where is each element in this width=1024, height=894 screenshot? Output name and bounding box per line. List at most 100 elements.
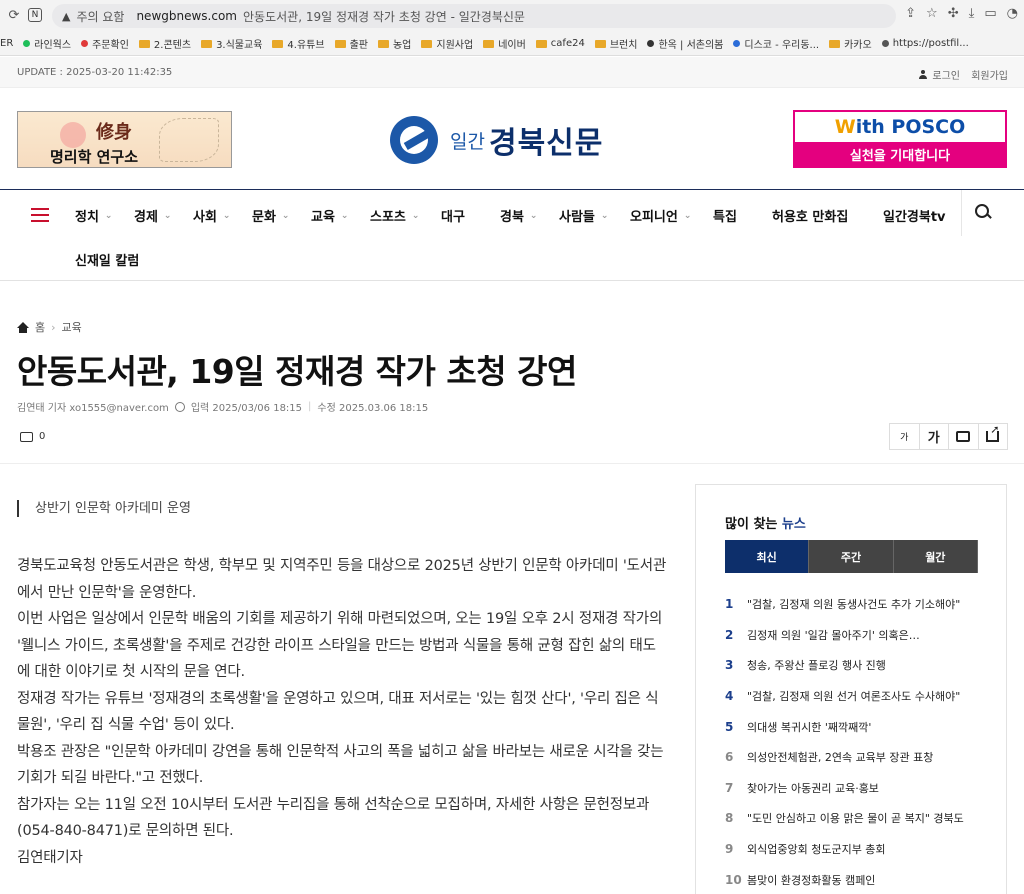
- folder-icon: [377, 39, 389, 48]
- bookmark-item[interactable]: 4.유튜브: [272, 36, 325, 51]
- main-nav: 신재일 칼럼 정치 ⌄ 경제 ⌄ 사회 ⌄ 문화 ⌄ 교육 ⌄ 스포츠 ⌄ 대구 경북 ⌄ 사람들 ⌄ 오피니언 ⌄…: [0, 189, 1024, 281]
- popular-item[interactable]: 5 의대생 복귀시한 '째깍째깍': [725, 711, 995, 742]
- chevron-down-icon: ⌄: [163, 210, 172, 221]
- download-icon[interactable]: ⤓: [969, 6, 975, 21]
- chevron-down-icon: ⌄: [600, 210, 609, 221]
- popular-tab[interactable]: 최신: [725, 540, 810, 573]
- nav-item[interactable]: 특집: [713, 206, 737, 225]
- folder-icon: [201, 39, 213, 48]
- article-paragraph: 박용조 관장은 "인문학 아카데미 강연을 통해 인문학적 사고의 폭을 넓히고…: [17, 743, 664, 787]
- bookmark-item[interactable]: 주문확인: [81, 36, 129, 51]
- popular-item[interactable]: 10 봄맞이 환경정화활동 캠페인: [725, 864, 995, 894]
- nav-item[interactable]: 사회 ⌄: [193, 206, 230, 225]
- popular-tab[interactable]: 주간: [809, 540, 894, 573]
- article-paragraph: 경북도교육청 안동도서관은 학생, 학부모 및 지역주민 등을 대상으로 202…: [17, 558, 667, 601]
- extensions-icon[interactable]: ✣: [948, 6, 959, 21]
- breadcrumb-home[interactable]: 홈: [35, 319, 45, 335]
- bookmark-item[interactable]: 브런치: [594, 36, 638, 51]
- article-meta: 김연태 기자 xo1555@naver.com 입력 2025/03/06 18…: [17, 399, 428, 414]
- join-link[interactable]: 회원가입: [971, 67, 1008, 82]
- popular-item[interactable]: 7 찾아가는 아동권리 교육·홍보: [725, 773, 995, 804]
- nav-item[interactable]: 허용호 만화집: [772, 206, 848, 225]
- popular-item[interactable]: 6 의성안전체험관, 2연속 교육부 장관 표창: [725, 742, 995, 773]
- print-button[interactable]: [949, 424, 979, 449]
- popular-rank: 9: [725, 842, 734, 857]
- popular-rank: 6: [725, 750, 734, 765]
- window-icon[interactable]: ▭: [984, 6, 996, 21]
- bookmark-item[interactable]: 농업: [377, 36, 412, 51]
- sun-graphic: [60, 122, 86, 148]
- address-bar[interactable]: ▲ 주의 요함 newgbnews.com 안동도서관, 19일 정재경 작가 …: [52, 4, 896, 28]
- left-banner-ad[interactable]: 修身 명리학 연구소: [17, 111, 232, 168]
- bookmark-label: 농업: [392, 40, 412, 51]
- bookmark-item[interactable]: 카카오: [829, 36, 872, 51]
- logo-big-text: 경북신문: [488, 126, 604, 161]
- share-page-icon[interactable]: ⇪: [905, 6, 916, 21]
- nav-item-label: 특집: [713, 210, 737, 225]
- site-logo[interactable]: 일간 경북신문: [390, 116, 603, 164]
- bookmark-label: 브런치: [609, 40, 638, 51]
- menu-icon[interactable]: [31, 208, 49, 222]
- bookmark-item[interactable]: 한옥 | 서촌의봄: [647, 36, 723, 51]
- folder-icon: [334, 39, 346, 48]
- bookmark-item[interactable]: https://postfil...: [881, 38, 969, 49]
- posco-tagline: 실천을 기대합니다: [795, 142, 1005, 166]
- bookmark-item[interactable]: 2.콘텐츠: [138, 36, 192, 51]
- nav-item-column[interactable]: 신재일 칼럼: [75, 250, 139, 269]
- folder-icon: [829, 39, 841, 48]
- nav-item[interactable]: 대구: [441, 206, 465, 225]
- font-decrease-button[interactable]: 가: [890, 424, 920, 449]
- popular-headline: "검찰, 김정재 의원 선거 여론조사도 수사해야": [747, 690, 961, 704]
- nav-item[interactable]: 스포츠 ⌄: [370, 206, 419, 225]
- right-banner-ad[interactable]: With POSCO 실천을 기대합니다: [793, 110, 1007, 168]
- nav-item[interactable]: 경북 ⌄: [500, 206, 537, 225]
- nav-item[interactable]: 경제 ⌄: [134, 206, 171, 225]
- breadcrumb-section[interactable]: 교육: [62, 319, 82, 335]
- bookmark-label: 2.콘텐츠: [153, 40, 192, 51]
- popular-rank: 3: [725, 658, 734, 673]
- nav-item-label: 경제: [134, 210, 158, 225]
- popular-headline: "검찰, 김정재 의원 동생사건도 추가 기소해야": [747, 598, 961, 612]
- article-body: 경북도교육청 안동도서관은 학생, 학부모 및 지역주민 등을 대상으로 202…: [17, 553, 667, 871]
- popular-item[interactable]: 4 "검찰, 김정재 의원 선거 여론조사도 수사해야": [725, 681, 995, 712]
- popular-item[interactable]: 9 외식업중앙회 청도군지부 총회: [725, 834, 995, 865]
- bookmark-star-icon[interactable]: ☆: [926, 6, 938, 21]
- bookmark-label: cafe24: [550, 38, 585, 49]
- comment-count[interactable]: 0: [20, 431, 45, 442]
- nav-item[interactable]: 사람들 ⌄: [559, 206, 608, 225]
- profile-icon[interactable]: ◔: [1007, 6, 1018, 21]
- bookmark-item[interactable]: 디스코 - 우리동...: [733, 36, 819, 51]
- breadcrumb: 홈 › 교육: [17, 319, 82, 335]
- popular-item[interactable]: 8 "도민 안심하고 이용 맑은 물이 곧 복지" 경북도: [725, 803, 995, 834]
- posco-brand: ith POSCO: [855, 116, 966, 138]
- font-increase-button[interactable]: 가: [920, 424, 949, 449]
- popular-tab[interactable]: 월간: [893, 540, 978, 573]
- popular-item[interactable]: 2 김정재 의원 '일감 몰아주기' 의혹은…: [725, 620, 995, 651]
- reload-icon[interactable]: ⟳: [2, 8, 26, 23]
- share-button[interactable]: [979, 423, 1008, 449]
- bookmark-item[interactable]: cafe24: [535, 38, 585, 49]
- bookmark-label: 주문확인: [92, 40, 129, 51]
- popular-rank: 10: [725, 872, 742, 887]
- nav-item[interactable]: 문화 ⌄: [252, 206, 289, 225]
- bookmark-item[interactable]: 라인웍스: [23, 36, 71, 51]
- nav-item[interactable]: 교육 ⌄: [311, 206, 348, 225]
- popular-item[interactable]: 3 청송, 주왕산 플로깅 행사 진행: [725, 650, 995, 681]
- nav-item[interactable]: 정치 ⌄: [75, 206, 112, 225]
- bookmark-item[interactable]: 네이버: [483, 36, 526, 51]
- popular-headline: 청송, 주왕산 플로깅 행사 진행: [747, 659, 886, 673]
- login-link[interactable]: 로그인: [918, 67, 960, 82]
- nav-item[interactable]: 오피니언 ⌄: [630, 206, 691, 225]
- popular-item[interactable]: 1 "검찰, 김정재 의원 동생사건도 추가 기소해야": [725, 589, 995, 620]
- bookmark-item[interactable]: ER: [0, 38, 13, 49]
- bookmark-item[interactable]: 출판: [334, 36, 368, 51]
- popular-rank: 2: [725, 627, 734, 642]
- search-icon[interactable]: [975, 204, 991, 220]
- dragon-graphic: [159, 118, 219, 162]
- nav-item[interactable]: 일간경북tv: [883, 206, 946, 225]
- nav-item-label: 사회: [193, 210, 217, 225]
- home-icon[interactable]: [17, 321, 29, 333]
- bookmark-label: 카카오: [844, 40, 872, 51]
- bookmark-item[interactable]: 지원사업: [421, 36, 473, 51]
- bookmark-item[interactable]: 3.식물교육: [201, 36, 262, 51]
